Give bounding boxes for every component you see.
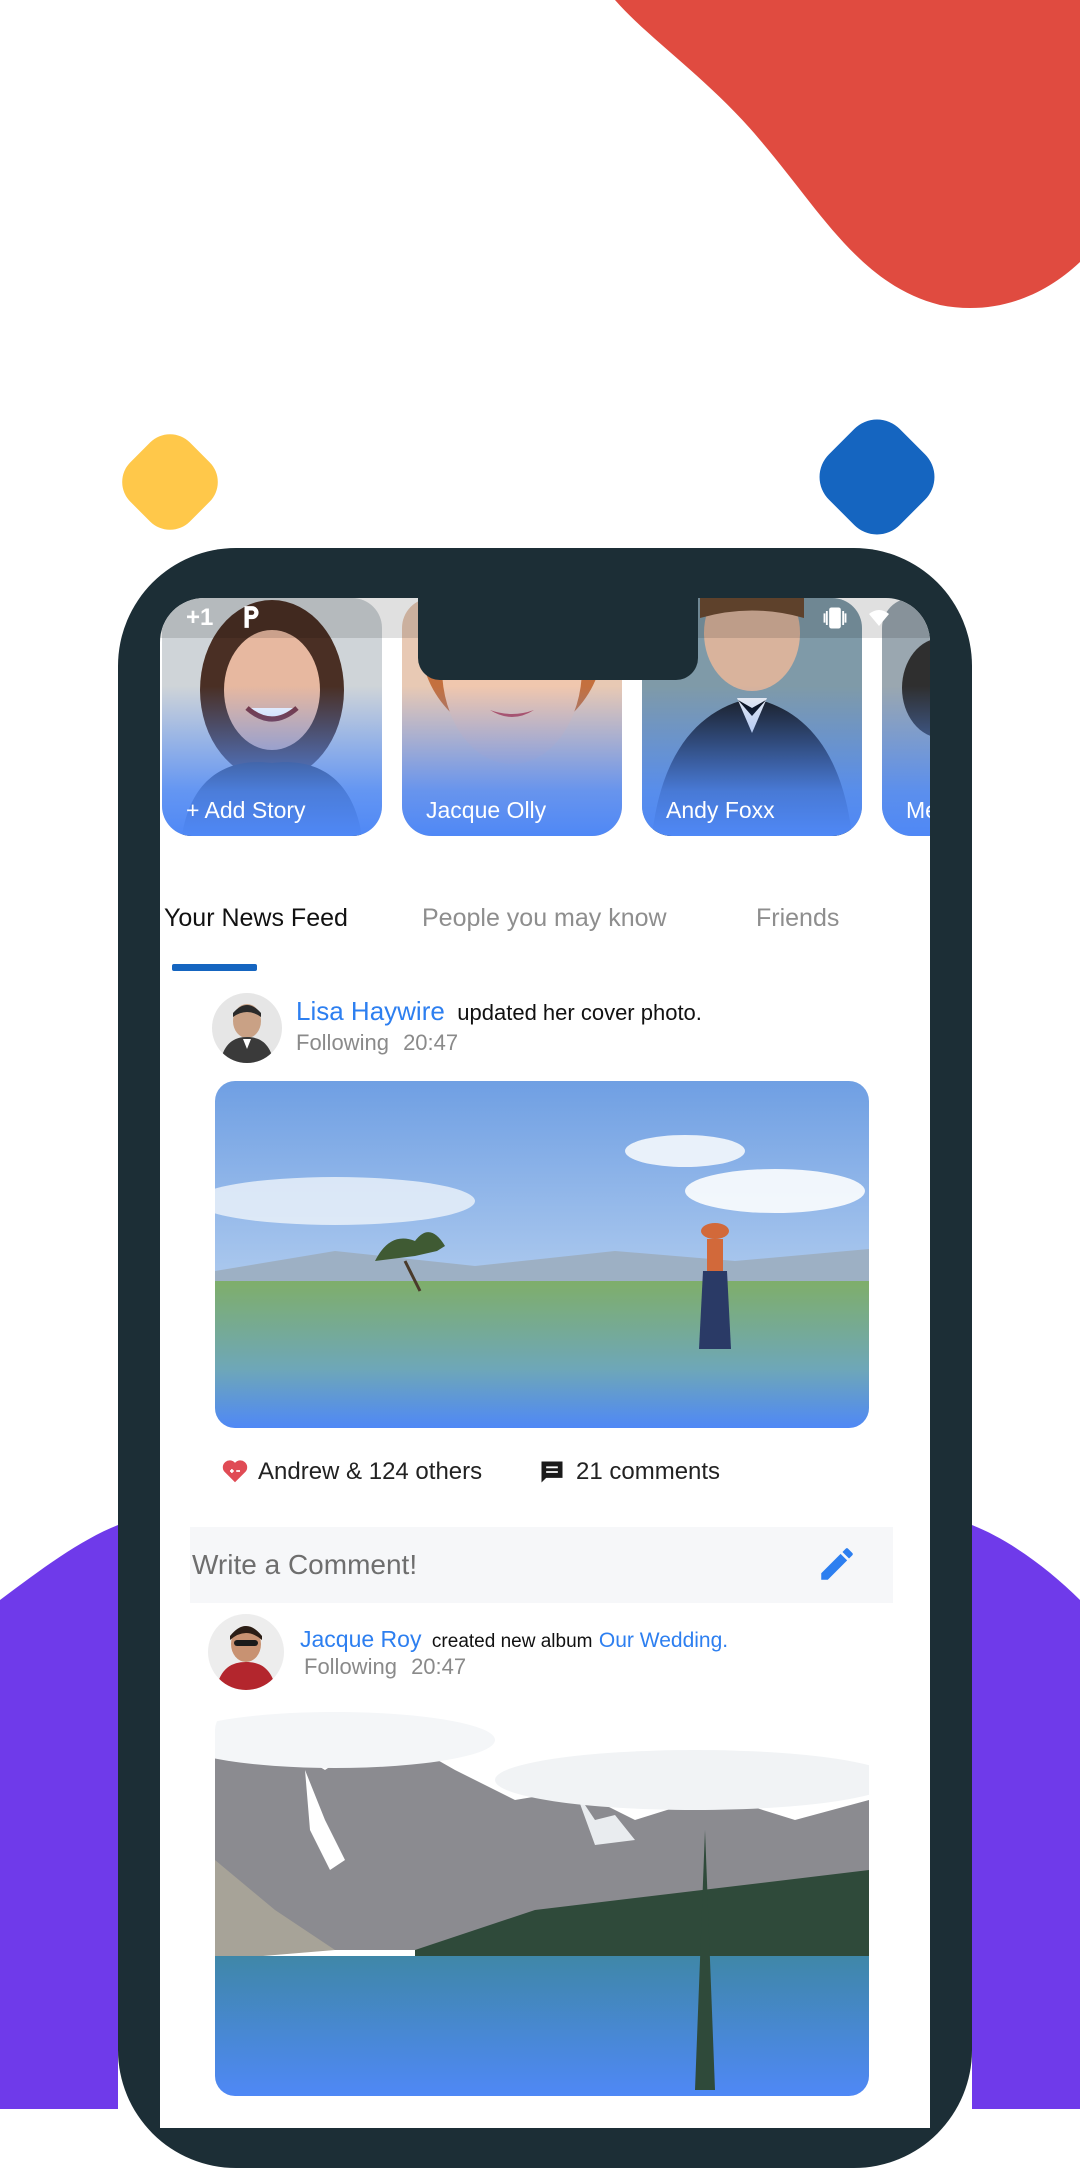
comment-input[interactable]: Write a Comment! xyxy=(192,1549,417,1581)
wifi-icon xyxy=(869,610,889,626)
decorative-yellow-diamond xyxy=(110,422,230,542)
avatar-photo xyxy=(212,993,282,1063)
post-following-status: Following xyxy=(304,1654,397,1679)
post-image[interactable] xyxy=(215,1081,869,1428)
post-meta: Following 20:47 xyxy=(304,1654,466,1680)
story-label: Jacque Olly xyxy=(426,797,547,823)
tab-your-news-feed[interactable]: Your News Feed xyxy=(164,904,348,933)
heart-icon[interactable] xyxy=(220,1456,250,1486)
post-author[interactable]: Jacque Roy xyxy=(300,1626,421,1652)
avatar-photo xyxy=(208,1614,284,1690)
post-header: Jacque Roy created new album Our Wedding… xyxy=(300,1626,728,1653)
comment-box[interactable]: Write a Comment! xyxy=(190,1527,893,1603)
post-likes[interactable]: Andrew & 124 others xyxy=(258,1458,482,1486)
avatar[interactable] xyxy=(212,993,282,1063)
status-left-text: +1 xyxy=(186,604,214,631)
post-time: 20:47 xyxy=(403,1030,459,1055)
avatar[interactable] xyxy=(208,1614,284,1690)
post-action: created new album xyxy=(431,1631,593,1652)
mountain-lake-photo xyxy=(215,1710,869,2096)
post-action: updated her cover photo. xyxy=(457,1000,702,1025)
post-album-link[interactable]: Our Wedding. xyxy=(599,1629,728,1652)
post-time: 20:47 xyxy=(411,1654,467,1679)
post-author[interactable]: Lisa Haywire xyxy=(296,996,445,1026)
tab-active-indicator xyxy=(172,964,257,971)
comment-icon[interactable] xyxy=(538,1458,566,1486)
decorative-red-blob xyxy=(615,0,1080,309)
story-label: + Add Story xyxy=(186,797,306,823)
parking-icon xyxy=(244,606,259,628)
pencil-icon[interactable] xyxy=(816,1543,858,1585)
decorative-blue-diamond xyxy=(806,406,948,548)
post-meta: Following 20:47 xyxy=(296,1030,458,1056)
post-following-status: Following xyxy=(296,1030,389,1055)
landscape-photo xyxy=(215,1081,869,1428)
story-label: Andy Foxx xyxy=(666,797,775,823)
vibrate-icon xyxy=(823,607,847,629)
post-image[interactable] xyxy=(215,1710,869,2096)
tab-people-you-may-know[interactable]: People you may know xyxy=(422,904,667,933)
post-comments-count[interactable]: 21 comments xyxy=(576,1458,720,1486)
story-label: Me xyxy=(906,797,930,823)
phone-screen: + Add Story Jacque Olly Andy Foxx M +1 Y… xyxy=(160,598,930,2128)
phone-notch xyxy=(418,596,698,680)
post-header: Lisa Haywire updated her cover photo. xyxy=(296,996,702,1027)
tab-friends[interactable]: Friends xyxy=(756,904,839,933)
